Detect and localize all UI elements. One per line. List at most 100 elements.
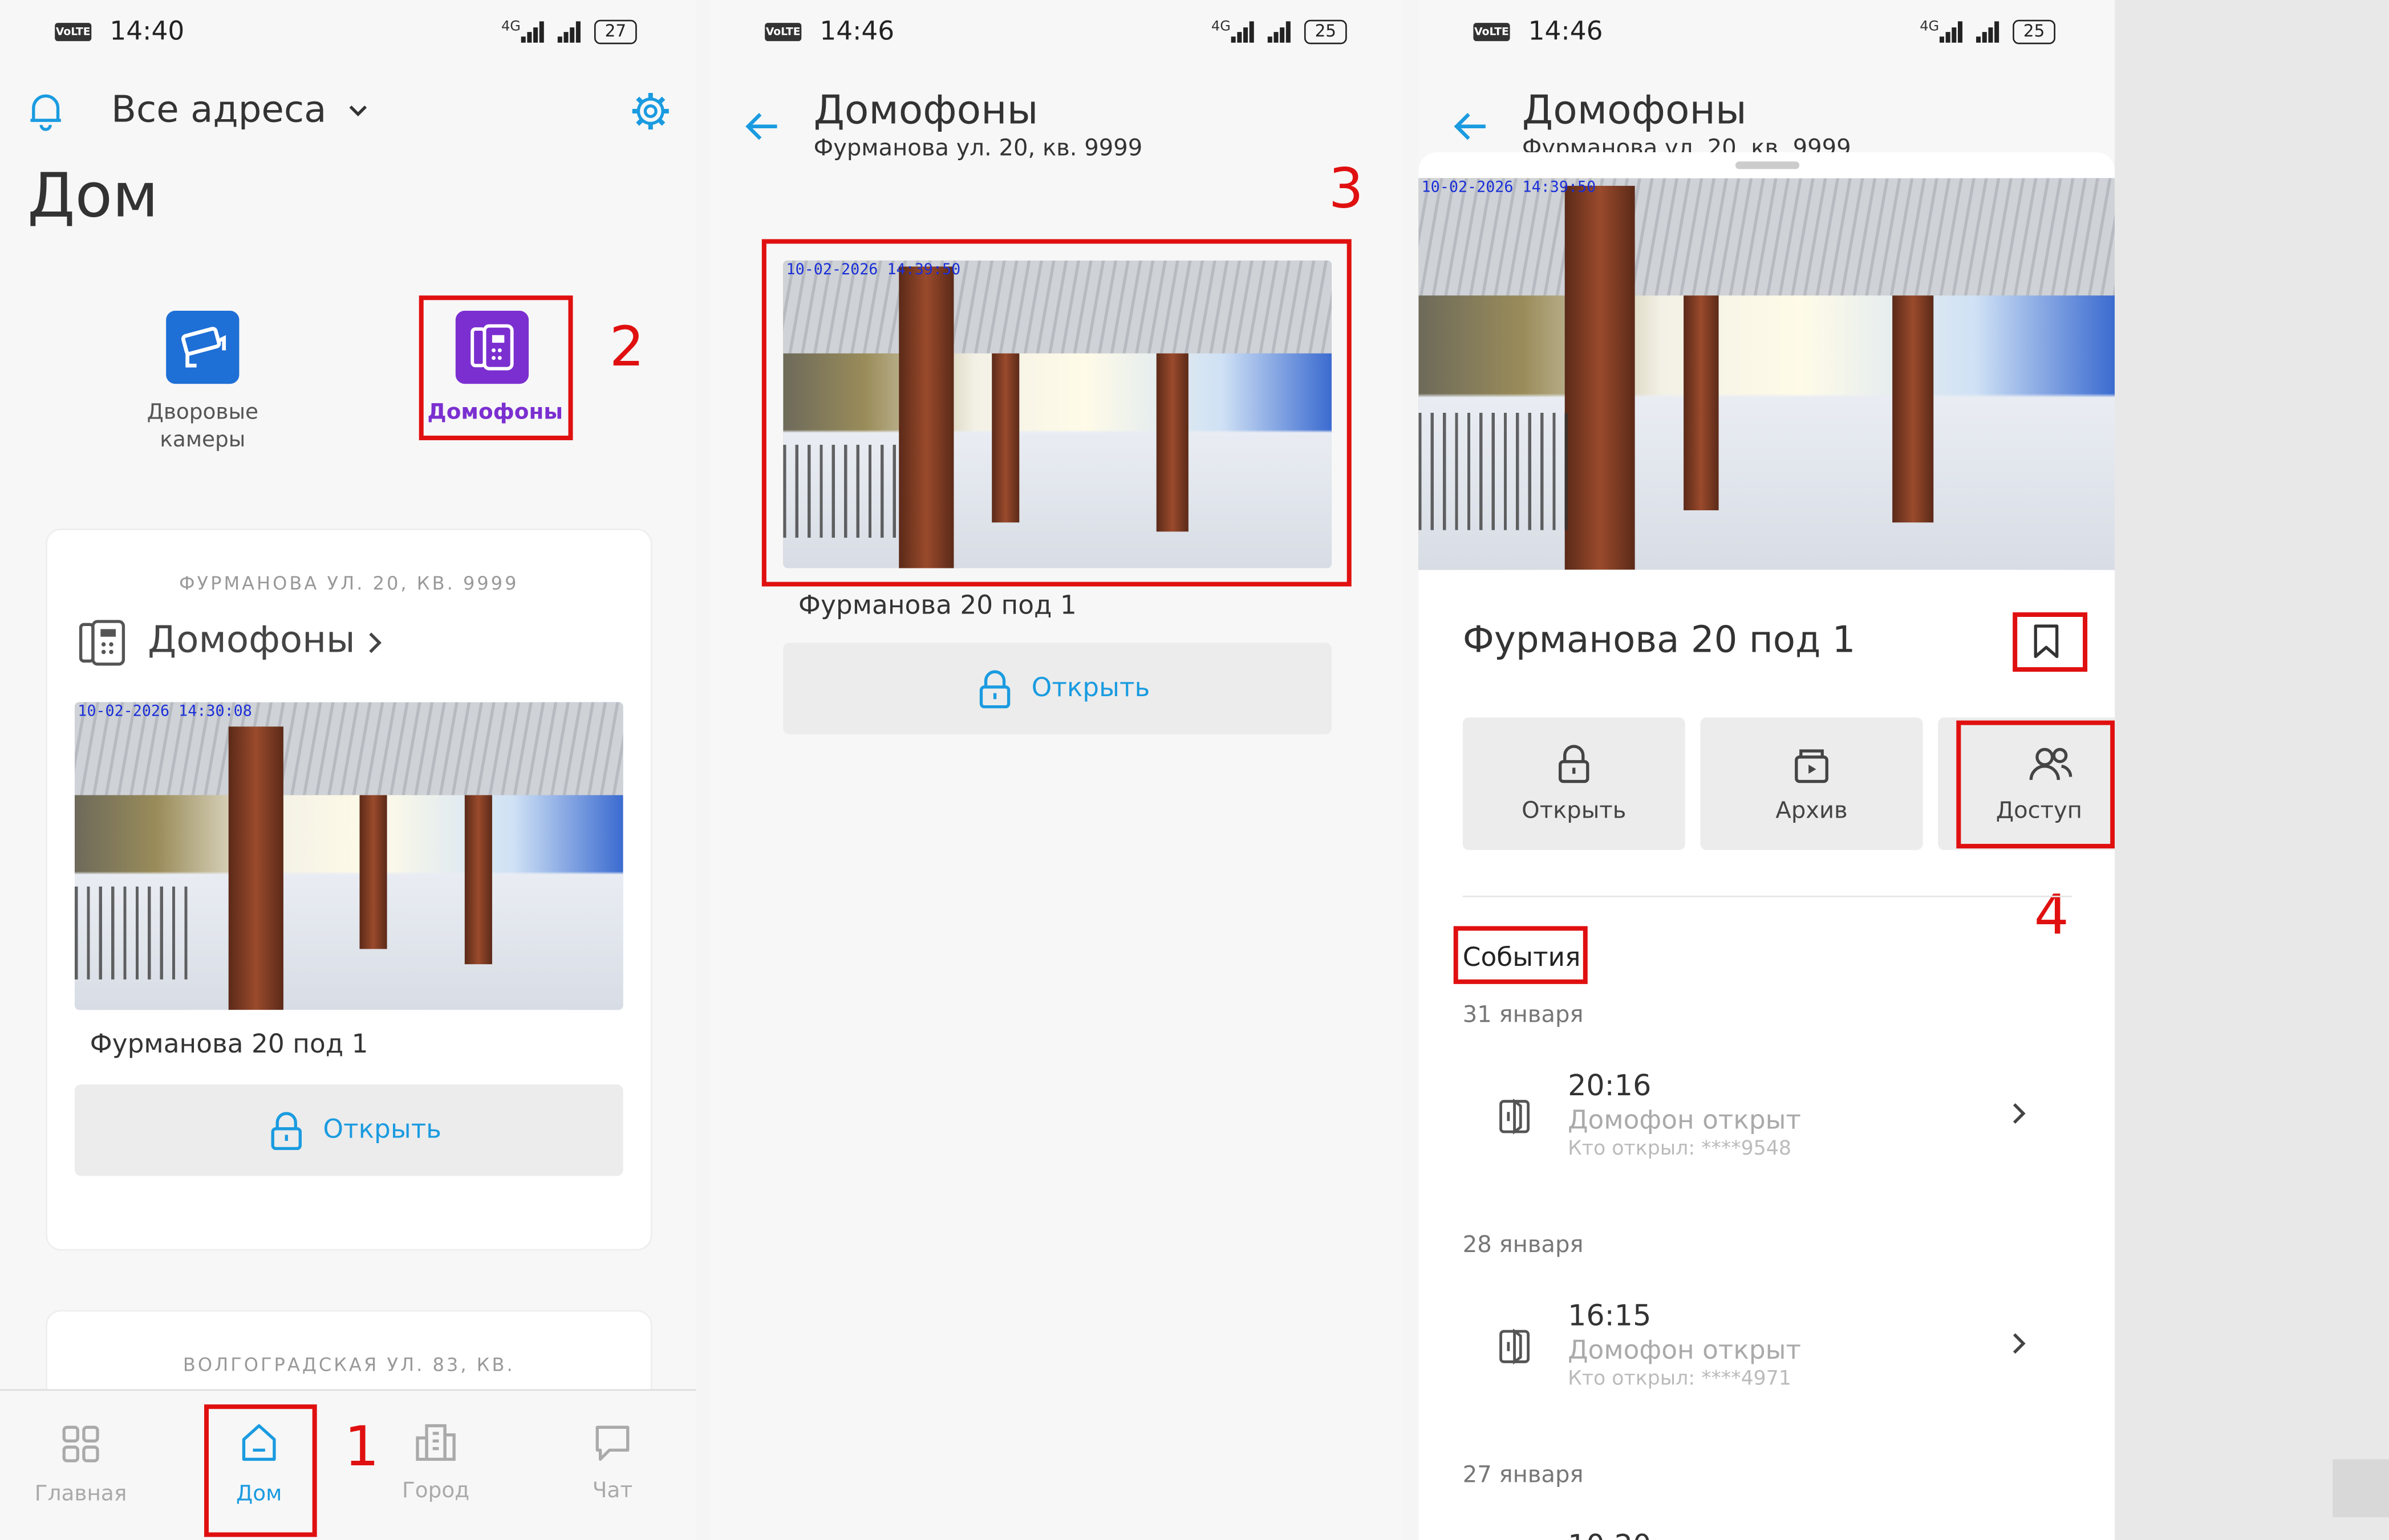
- volte-icon: VoLTE: [55, 23, 92, 42]
- open-button[interactable]: Открыть: [783, 643, 1332, 734]
- city-icon: [415, 1421, 457, 1464]
- signal-icon-2: [1976, 21, 2003, 43]
- screen-intercoms: VoLTE 14:46 4G 25 Домофоны Фурманова ул.…: [709, 0, 1402, 1540]
- signal-icon-2: [557, 21, 585, 43]
- back-arrow-icon[interactable]: [744, 109, 780, 143]
- step-number-4: 4: [2034, 885, 2069, 948]
- action-archive-button[interactable]: Архив: [1700, 717, 1923, 850]
- sheet-handle[interactable]: [1735, 161, 1800, 169]
- camera-preview[interactable]: 10-02-2026 14:30:08: [74, 702, 623, 1010]
- action-open-label: Открыть: [1522, 797, 1627, 824]
- event-opened-by: Кто открыл: ****4971: [1568, 1368, 1792, 1391]
- intercom-outline-icon: [78, 619, 129, 667]
- camera-name: Фурманова 20 под 1: [90, 1030, 368, 1060]
- event-date: 28 января: [1462, 1230, 1584, 1258]
- network-label: 4G: [501, 19, 521, 35]
- chevron-right-icon: [2011, 1331, 2027, 1356]
- bell-icon[interactable]: [27, 91, 64, 131]
- event-date: 27 января: [1462, 1461, 1584, 1489]
- screen-home: VoLTE 14:40 4G 27 Все адреса Дом Дворовы…: [0, 0, 696, 1540]
- network-label: 4G: [1211, 19, 1231, 35]
- camera-timestamp: 10-02-2026 14:39:50: [1421, 180, 1596, 197]
- event-date: 31 января: [1462, 1001, 1584, 1029]
- card2-address: ВОЛГОГРАДСКАЯ УЛ. 83, КВ.: [182, 1354, 515, 1376]
- screen-intercom-detail: VoLTE 14:46 4G 25 Домофоны Фурманова ул.…: [1418, 0, 2115, 1540]
- highlight-box-2: [419, 295, 573, 441]
- camera-name: Фурманова 20 под 1: [1462, 618, 1856, 661]
- event-opened-by: Кто открыл: ****9548: [1568, 1137, 1792, 1161]
- event-item[interactable]: 10:20: [1463, 1520, 2072, 1540]
- door-icon: [1496, 1097, 1533, 1136]
- status-bar: VoLTE 14:46 4G 25: [765, 15, 1347, 52]
- signal-icon: [1939, 21, 1967, 43]
- door-icon: [1496, 1327, 1533, 1366]
- battery-icon: 25: [1304, 19, 1347, 44]
- grid-icon: [61, 1424, 100, 1464]
- battery-icon: 27: [594, 19, 637, 44]
- chevron-right-icon: [2011, 1102, 2027, 1126]
- status-bar: VoLTE 14:40 4G 27: [55, 15, 642, 52]
- screen-subtitle: Фурманова ул. 20, кв. 9999: [1522, 134, 1851, 153]
- nav-item-city[interactable]: Город: [367, 1421, 504, 1528]
- status-bar: VoLTE 14:46 4G 25: [1473, 15, 2060, 52]
- gear-icon[interactable]: [631, 91, 670, 131]
- scroll-handle[interactable]: [2333, 1459, 2389, 1517]
- card-address: ФУРМАНОВА УЛ. 20, КВ. 9999: [179, 572, 519, 594]
- chevron-down-icon: [347, 104, 368, 119]
- event-item[interactable]: 16:15 Домофон открыт Кто открыл: ****497…: [1463, 1290, 2072, 1397]
- page-title: Дом: [27, 161, 159, 232]
- section-title: Домофоны: [148, 618, 355, 661]
- tile-yard-cameras[interactable]: Дворовые камеры: [134, 311, 271, 463]
- address-selector-label: Все адреса: [111, 88, 327, 131]
- chevron-right-icon: [367, 631, 383, 655]
- screen-subtitle: Фурманова ул. 20, кв. 9999: [813, 134, 1143, 162]
- open-button-label: Открыть: [323, 1115, 441, 1146]
- nav-item-main[interactable]: Главная: [12, 1421, 149, 1528]
- highlight-box-3: [761, 239, 1352, 587]
- lock-icon: [270, 1112, 303, 1151]
- status-time: 14:40: [109, 17, 185, 47]
- highlight-box-events: [1453, 926, 1588, 984]
- chat-icon: [591, 1421, 634, 1464]
- action-open-button[interactable]: Открыть: [1462, 717, 1685, 850]
- screen-title: Домофоны: [1522, 88, 1747, 135]
- highlight-box-4: [1956, 720, 2115, 849]
- divider: [1462, 895, 2072, 897]
- nav-label: Главная: [34, 1482, 127, 1507]
- nav-label: Чат: [592, 1479, 633, 1504]
- status-time: 14:46: [820, 17, 895, 47]
- event-time: 16:15: [1568, 1299, 1652, 1333]
- battery-icon: 25: [2013, 19, 2055, 44]
- tutorial-composite: VoLTE 14:40 4G 27 Все адреса Дом Дворовы…: [0, 0, 2389, 1540]
- nav-label: Город: [401, 1479, 470, 1504]
- step-number-1: 1: [344, 1416, 379, 1480]
- action-archive-label: Архив: [1775, 797, 1848, 824]
- screen-title: Домофоны: [813, 88, 1039, 135]
- nav-item-chat[interactable]: Чат: [544, 1421, 681, 1528]
- tile-yard-cameras-label: Дворовые камеры: [147, 400, 259, 453]
- volte-icon: VoLTE: [765, 23, 802, 42]
- camera-preview[interactable]: 10-02-2026 14:39:50: [1418, 178, 2115, 570]
- step-number-2: 2: [609, 316, 644, 380]
- event-title: Домофон открыт: [1568, 1335, 1801, 1367]
- camera-timestamp: 10-02-2026 14:30:08: [78, 704, 252, 721]
- open-button-label: Открыть: [1031, 673, 1150, 704]
- archive-icon: [1793, 745, 1830, 784]
- network-label: 4G: [1920, 19, 1940, 35]
- back-arrow-icon[interactable]: [1452, 109, 1488, 143]
- event-title: Домофон открыт: [1568, 1106, 1801, 1137]
- highlight-box-bookmark: [2013, 612, 2088, 672]
- open-button[interactable]: Открыть: [74, 1084, 623, 1176]
- event-time: 10:20: [1568, 1529, 1651, 1540]
- side-gutter: [2115, 0, 2389, 1540]
- event-item[interactable]: 20:16 Домофон открыт Кто открыл: ****954…: [1463, 1060, 2072, 1167]
- bottom-sheet: 10-02-2026 14:39:50 Фурманова 20 под 1 О…: [1418, 152, 2115, 1540]
- address-card: ФУРМАНОВА УЛ. 20, КВ. 9999 Домофоны 10-0…: [46, 529, 652, 1251]
- address-selector[interactable]: Все адреса: [111, 88, 368, 131]
- signal-icon-2: [1267, 21, 1295, 43]
- status-time: 14:46: [1528, 17, 1603, 47]
- highlight-box-1: [204, 1404, 317, 1537]
- step-number-3: 3: [1328, 158, 1364, 221]
- lock-icon: [1557, 745, 1591, 784]
- signal-icon: [521, 21, 549, 43]
